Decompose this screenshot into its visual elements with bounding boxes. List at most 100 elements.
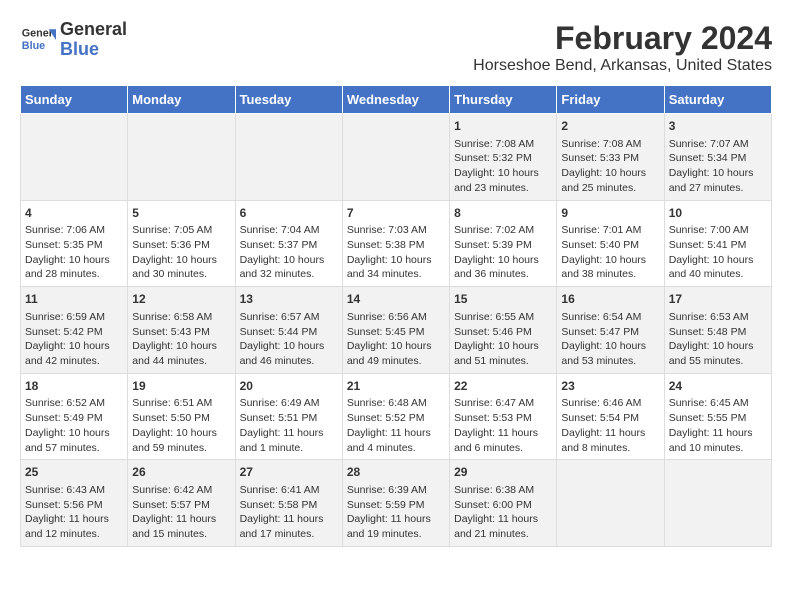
day-info: Sunrise: 6:52 AM [25, 396, 123, 411]
day-info: and 15 minutes. [132, 527, 230, 542]
day-number: 5 [132, 205, 230, 222]
day-info: Daylight: 11 hours [561, 426, 659, 441]
day-info: Sunset: 5:57 PM [132, 498, 230, 513]
day-number: 9 [561, 205, 659, 222]
day-info: Sunrise: 6:39 AM [347, 483, 445, 498]
empty-cell [342, 114, 449, 201]
day-info: Sunrise: 7:07 AM [669, 137, 767, 152]
day-info: Sunrise: 7:04 AM [240, 223, 338, 238]
day-number: 7 [347, 205, 445, 222]
calendar-day-22: 22Sunrise: 6:47 AMSunset: 5:53 PMDayligh… [450, 373, 557, 460]
day-number: 25 [25, 464, 123, 481]
day-info: Daylight: 11 hours [132, 512, 230, 527]
day-info: Sunset: 5:55 PM [669, 411, 767, 426]
day-info: Daylight: 10 hours [669, 166, 767, 181]
day-info: Sunrise: 6:51 AM [132, 396, 230, 411]
title-area: February 2024 Horseshoe Bend, Arkansas, … [473, 20, 772, 75]
calendar-day-28: 28Sunrise: 6:39 AMSunset: 5:59 PMDayligh… [342, 460, 449, 547]
day-info: Sunrise: 6:49 AM [240, 396, 338, 411]
day-info: and 23 minutes. [454, 181, 552, 196]
calendar-day-1: 1Sunrise: 7:08 AMSunset: 5:32 PMDaylight… [450, 114, 557, 201]
day-info: Sunrise: 7:03 AM [347, 223, 445, 238]
empty-cell [664, 460, 771, 547]
day-info: and 32 minutes. [240, 267, 338, 282]
day-info: and 34 minutes. [347, 267, 445, 282]
empty-cell [557, 460, 664, 547]
calendar-day-15: 15Sunrise: 6:55 AMSunset: 5:46 PMDayligh… [450, 287, 557, 374]
day-info: Sunset: 6:00 PM [454, 498, 552, 513]
day-info: and 57 minutes. [25, 441, 123, 456]
day-info: and 36 minutes. [454, 267, 552, 282]
day-info: Sunrise: 7:02 AM [454, 223, 552, 238]
day-info: and 10 minutes. [669, 441, 767, 456]
day-info: Daylight: 10 hours [347, 253, 445, 268]
day-info: Sunrise: 6:43 AM [25, 483, 123, 498]
day-info: and 55 minutes. [669, 354, 767, 369]
header-day-tuesday: Tuesday [235, 86, 342, 114]
day-info: Sunset: 5:42 PM [25, 325, 123, 340]
day-number: 10 [669, 205, 767, 222]
day-info: Sunset: 5:43 PM [132, 325, 230, 340]
day-number: 13 [240, 291, 338, 308]
day-info: Daylight: 10 hours [669, 253, 767, 268]
day-number: 27 [240, 464, 338, 481]
day-info: Daylight: 11 hours [240, 426, 338, 441]
day-number: 3 [669, 118, 767, 135]
day-info: Daylight: 10 hours [561, 253, 659, 268]
day-number: 20 [240, 378, 338, 395]
calendar-day-26: 26Sunrise: 6:42 AMSunset: 5:57 PMDayligh… [128, 460, 235, 547]
day-info: Sunset: 5:32 PM [454, 151, 552, 166]
day-number: 28 [347, 464, 445, 481]
day-info: Daylight: 10 hours [454, 166, 552, 181]
day-info: and 49 minutes. [347, 354, 445, 369]
day-info: and 27 minutes. [669, 181, 767, 196]
calendar-day-23: 23Sunrise: 6:46 AMSunset: 5:54 PMDayligh… [557, 373, 664, 460]
calendar-day-29: 29Sunrise: 6:38 AMSunset: 6:00 PMDayligh… [450, 460, 557, 547]
header-day-saturday: Saturday [664, 86, 771, 114]
calendar-day-4: 4Sunrise: 7:06 AMSunset: 5:35 PMDaylight… [21, 200, 128, 287]
day-info: Sunrise: 6:38 AM [454, 483, 552, 498]
day-info: Sunset: 5:39 PM [454, 238, 552, 253]
day-info: Sunset: 5:48 PM [669, 325, 767, 340]
day-info: Daylight: 11 hours [25, 512, 123, 527]
day-info: and 42 minutes. [25, 354, 123, 369]
calendar-week-3: 11Sunrise: 6:59 AMSunset: 5:42 PMDayligh… [21, 287, 772, 374]
day-info: Sunset: 5:38 PM [347, 238, 445, 253]
day-info: Sunrise: 6:42 AM [132, 483, 230, 498]
day-info: Sunrise: 7:05 AM [132, 223, 230, 238]
calendar-day-16: 16Sunrise: 6:54 AMSunset: 5:47 PMDayligh… [557, 287, 664, 374]
day-info: Daylight: 10 hours [132, 253, 230, 268]
day-info: Daylight: 11 hours [240, 512, 338, 527]
calendar-week-5: 25Sunrise: 6:43 AMSunset: 5:56 PMDayligh… [21, 460, 772, 547]
day-number: 19 [132, 378, 230, 395]
calendar-table: SundayMondayTuesdayWednesdayThursdayFrid… [20, 85, 772, 547]
day-info: Sunset: 5:33 PM [561, 151, 659, 166]
day-info: Daylight: 10 hours [561, 166, 659, 181]
logo-text: General Blue [60, 20, 127, 60]
day-info: Sunrise: 6:46 AM [561, 396, 659, 411]
logo: General Blue General Blue [20, 20, 127, 60]
day-info: Sunset: 5:59 PM [347, 498, 445, 513]
day-info: and 1 minute. [240, 441, 338, 456]
day-info: Sunset: 5:49 PM [25, 411, 123, 426]
day-info: Sunrise: 7:00 AM [669, 223, 767, 238]
day-info: Sunset: 5:34 PM [669, 151, 767, 166]
calendar-day-2: 2Sunrise: 7:08 AMSunset: 5:33 PMDaylight… [557, 114, 664, 201]
day-info: Sunrise: 6:45 AM [669, 396, 767, 411]
calendar-day-13: 13Sunrise: 6:57 AMSunset: 5:44 PMDayligh… [235, 287, 342, 374]
day-info: Sunset: 5:35 PM [25, 238, 123, 253]
calendar-day-3: 3 Sunrise: 7:07 AMSunset: 5:34 PMDaylight… [664, 114, 771, 201]
day-info: Daylight: 10 hours [25, 253, 123, 268]
day-info: Sunrise: 6:58 AM [132, 310, 230, 325]
day-info: Sunset: 5:56 PM [25, 498, 123, 513]
day-info: Daylight: 10 hours [132, 339, 230, 354]
day-info: Sunset: 5:54 PM [561, 411, 659, 426]
day-info: and 28 minutes. [25, 267, 123, 282]
calendar-day-6: 6Sunrise: 7:04 AMSunset: 5:37 PMDaylight… [235, 200, 342, 287]
calendar-day-25: 25 Sunrise: 6:43 AMSunset: 5:56 PMDayligh… [21, 460, 128, 547]
day-info: and 38 minutes. [561, 267, 659, 282]
calendar-day-20: 20Sunrise: 6:49 AMSunset: 5:51 PMDayligh… [235, 373, 342, 460]
day-info: and 6 minutes. [454, 441, 552, 456]
day-info: Sunrise: 7:06 AM [25, 223, 123, 238]
day-info: Sunrise: 7:08 AM [454, 137, 552, 152]
